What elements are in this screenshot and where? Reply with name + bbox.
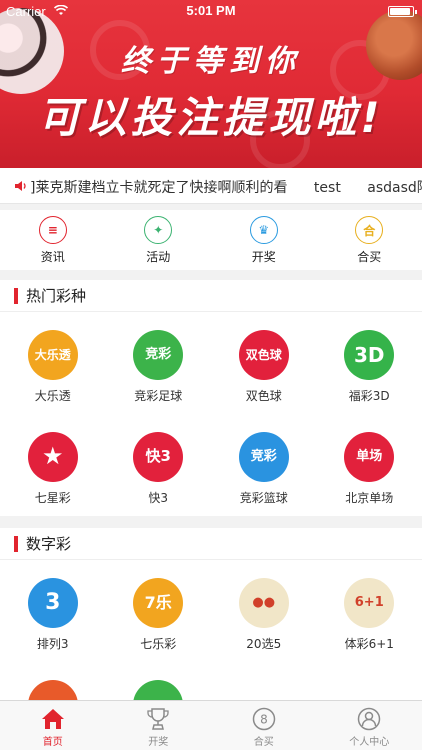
section-title: 数字彩 — [26, 535, 72, 553]
battery-icon — [388, 6, 417, 17]
pl3-icon: 3 — [27, 578, 78, 628]
promo-banner[interactable]: 终于等到你 可以投注提现啦! — [0, 0, 422, 168]
lottery-label: 北京单场 — [345, 491, 394, 505]
lottery-item-20x5[interactable]: ●● 20选5 — [211, 560, 317, 662]
notice-item[interactable]: test — [314, 180, 341, 196]
ssq-icon: 双色球 — [238, 330, 289, 380]
lottery-label: 福彩3D — [348, 389, 390, 403]
speaker-icon — [15, 181, 26, 191]
trophy-icon — [147, 708, 169, 730]
quick-nav-activity[interactable]: ✦ 活动 — [106, 210, 212, 270]
tab-home[interactable]: 首页 — [0, 701, 106, 750]
section-header: 数字彩 — [0, 528, 422, 560]
quick-nav-draw-results[interactable]: ♛ 开奖 — [211, 210, 317, 270]
trophy-icon: ♛ — [249, 216, 278, 244]
section-header: 热门彩种 — [0, 280, 422, 312]
section-marker — [14, 287, 18, 304]
quick-nav-label: 合买 — [357, 250, 382, 264]
20x5-icon: ●● — [238, 578, 289, 628]
quick-nav-news[interactable]: ≡ 资讯 — [0, 210, 106, 270]
lottery-item-bjdc[interactable]: 单场 北京单场 — [317, 414, 422, 516]
qlc-icon: 7乐 — [133, 578, 184, 628]
lottery-item-k3[interactable]: 快3 快3 — [106, 414, 212, 516]
svg-text:8: 8 — [260, 713, 268, 727]
user-icon — [358, 707, 381, 731]
tc61-icon: 6+1 — [344, 578, 395, 628]
lottery-label: 双色球 — [245, 389, 282, 403]
tab-label: 个人中心 — [349, 737, 390, 748]
dlt-icon: 大乐透 — [27, 330, 78, 380]
lottery-item-dlt[interactable]: 大乐透 大乐透 — [0, 312, 106, 414]
tab-draw-results[interactable]: 开奖 — [106, 701, 212, 750]
lottery-label: 七乐彩 — [140, 637, 177, 651]
bottom-tab-bar: 首页 开奖 8 合买 个人中心 — [0, 700, 422, 750]
lottery-item-tc61[interactable]: 6+1 体彩6+1 — [317, 560, 422, 662]
quick-nav: ≡ 资讯 ✦ 活动 ♛ 开奖 合 合买 — [0, 210, 422, 270]
status-bar: Carrier 5:01 PM — [0, 0, 422, 22]
notice-marquee[interactable]: ]莱克斯建档立卡就死定了快接啊顺利的看 test asdasd阿 — [0, 168, 422, 204]
quick-nav-group-buy[interactable]: 合 合买 — [317, 210, 422, 270]
news-icon: ≡ — [38, 216, 67, 244]
activity-icon: ✦ — [144, 216, 173, 244]
lottery-item-qlc[interactable]: 7乐 七乐彩 — [106, 560, 212, 662]
section-title: 热门彩种 — [26, 287, 87, 305]
lottery-item-ssq[interactable]: 双色球 双色球 — [211, 312, 317, 414]
lottery-label: 竞彩足球 — [134, 389, 183, 403]
notice-item[interactable]: ]莱克斯建档立卡就死定了快接啊顺利的看 — [30, 180, 287, 196]
lottery-label: 20选5 — [246, 637, 282, 651]
tab-label: 开奖 — [148, 737, 169, 748]
lottery-item-basketball[interactable]: 竞彩 竞彩篮球 — [211, 414, 317, 516]
quick-nav-label: 资讯 — [40, 250, 65, 264]
fc3d-icon: 3D — [344, 330, 395, 380]
lottery-label: 排列3 — [36, 637, 69, 651]
lottery-label: 竞彩篮球 — [239, 491, 288, 505]
notice-item[interactable]: asdasd阿 — [367, 180, 422, 196]
lottery-label: 七星彩 — [34, 491, 71, 505]
tab-label: 合买 — [253, 737, 274, 748]
banner-subheadline: 可以投注提现啦! — [38, 93, 384, 142]
lottery-item-qxc[interactable]: ★ 七星彩 — [0, 414, 106, 516]
hot-lottery-section: 热门彩种 大乐透 大乐透 竞彩 竞彩足球 双色球 双色球 3D 福彩3D ★ 七… — [0, 280, 422, 516]
lottery-item-pl3[interactable]: 3 排列3 — [0, 560, 106, 662]
tab-label: 首页 — [42, 737, 63, 748]
lottery-item-fc3d[interactable]: 3D 福彩3D — [317, 312, 422, 414]
banner-headline: 终于等到你 — [121, 44, 301, 79]
lottery-label: 体彩6+1 — [344, 637, 394, 651]
qxc-icon: ★ — [27, 432, 78, 482]
lottery-item-football[interactable]: 竞彩 竞彩足球 — [106, 312, 212, 414]
bjdc-icon: 单场 — [344, 432, 395, 482]
football-icon: 竞彩 — [133, 330, 184, 380]
notice-list: ]莱克斯建档立卡就死定了快接啊顺利的看 test asdasd阿 — [30, 177, 422, 197]
lottery-label: 大乐透 — [34, 389, 71, 403]
tab-group-buy[interactable]: 8 合买 — [211, 701, 317, 750]
clock: 5:01 PM — [186, 3, 236, 18]
k3-icon: 快3 — [133, 432, 184, 482]
lottery-label: 快3 — [148, 491, 169, 505]
app-screen: 终于等到你 可以投注提现啦! Carrier 5:01 PM ]莱克斯建档立卡就… — [0, 0, 422, 750]
tab-profile[interactable]: 个人中心 — [317, 701, 422, 750]
group-buy-icon: 8 — [252, 707, 275, 731]
group-buy-icon: 合 — [355, 216, 384, 244]
hot-lottery-grid: 大乐透 大乐透 竞彩 竞彩足球 双色球 双色球 3D 福彩3D ★ 七星彩 快3… — [0, 312, 422, 516]
basketball-icon: 竞彩 — [238, 432, 289, 482]
home-icon — [41, 709, 64, 729]
section-marker — [14, 535, 18, 552]
quick-nav-label: 开奖 — [251, 250, 276, 264]
quick-nav-label: 活动 — [146, 250, 171, 264]
